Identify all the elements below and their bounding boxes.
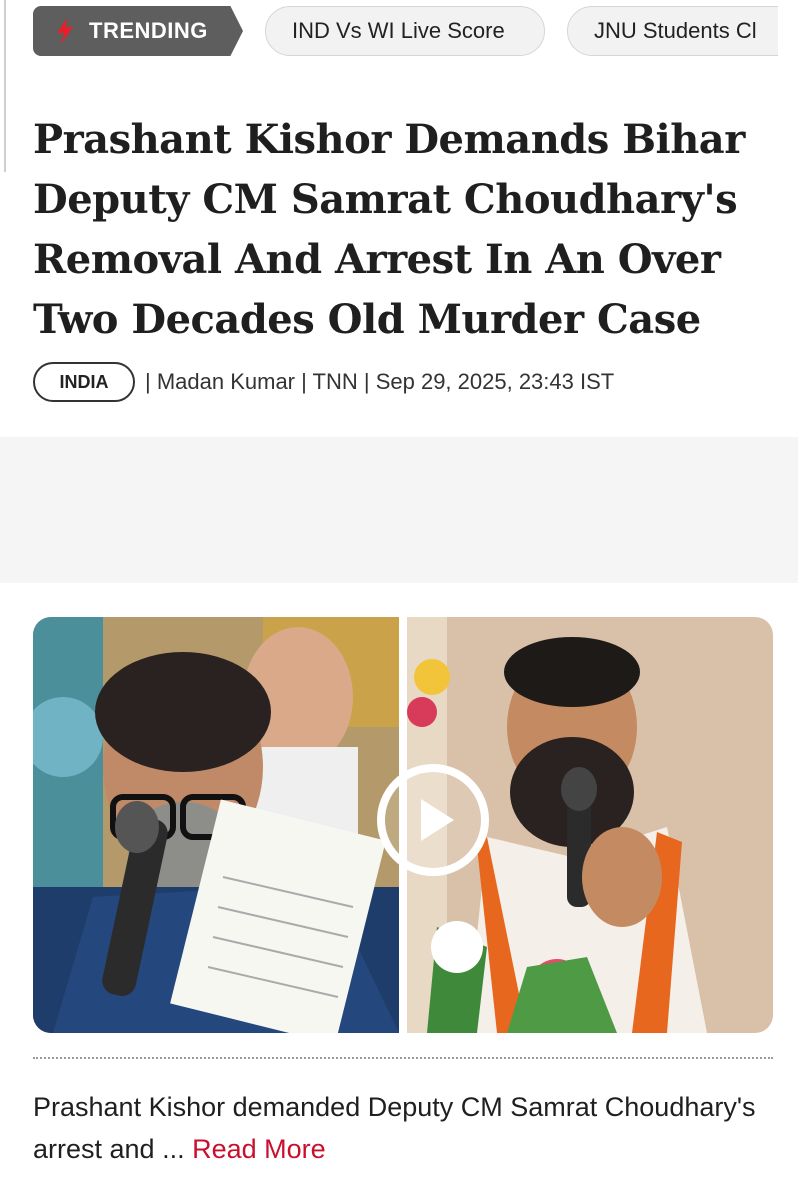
- play-icon[interactable]: [374, 761, 492, 879]
- divider: [33, 1057, 773, 1059]
- read-more-link[interactable]: Read More: [192, 1134, 326, 1164]
- thumbnail-left-photo: [33, 617, 399, 1033]
- trending-label: TRENDING: [89, 18, 208, 43]
- trending-bar: TRENDING IND Vs WI Live Score JNU Studen…: [33, 6, 778, 58]
- article-summary: Prashant Kishor demanded Deputy CM Samra…: [33, 1086, 773, 1170]
- trending-pill[interactable]: JNU Students Cl: [567, 6, 778, 56]
- summary-text: Prashant Kishor demanded Deputy CM Samra…: [33, 1092, 756, 1164]
- ad-placeholder: [0, 437, 798, 583]
- article-video-thumbnail[interactable]: [33, 617, 773, 1033]
- page-edge: [0, 0, 6, 172]
- article-byline: INDIA | Madan Kumar | TNN | Sep 29, 2025…: [33, 362, 614, 402]
- trending-tag[interactable]: TRENDING: [33, 6, 243, 56]
- article-headline[interactable]: Prashant Kishor Demands Bihar Deputy CM …: [33, 110, 773, 350]
- byline-text: | Madan Kumar | TNN | Sep 29, 2025, 23:4…: [145, 369, 615, 394]
- category-badge[interactable]: INDIA: [33, 362, 135, 402]
- bolt-icon: [57, 18, 73, 44]
- trending-pill[interactable]: IND Vs WI Live Score: [265, 6, 545, 56]
